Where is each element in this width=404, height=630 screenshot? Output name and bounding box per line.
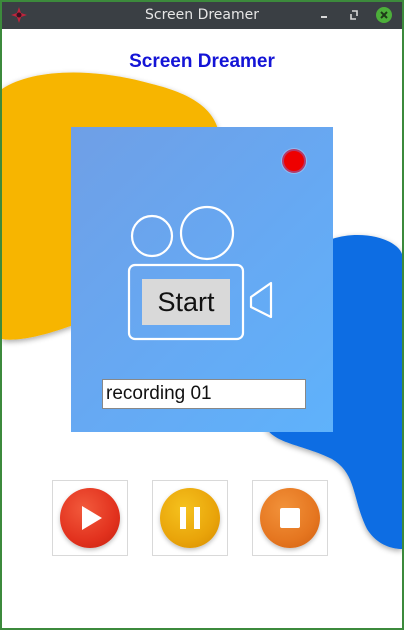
pause-control[interactable] — [152, 480, 228, 556]
play-icon — [82, 506, 102, 530]
app-window: Screen Dreamer Screen Dreamer Start reco… — [0, 0, 404, 630]
recording-name-input[interactable] — [102, 379, 306, 409]
pause-icon — [180, 507, 200, 529]
close-icon[interactable] — [376, 7, 392, 23]
main-content: Screen Dreamer Start — [2, 29, 402, 628]
minimize-icon[interactable] — [316, 7, 332, 23]
play-button[interactable] — [60, 488, 120, 548]
play-control[interactable] — [52, 480, 128, 556]
title-bar[interactable]: Screen Dreamer — [2, 2, 402, 29]
recording-dot-icon — [282, 149, 306, 173]
start-button[interactable]: Start — [142, 279, 230, 325]
stop-button[interactable] — [260, 488, 320, 548]
stop-icon — [280, 508, 300, 528]
maximize-icon[interactable] — [346, 7, 362, 23]
window-title: Screen Dreamer — [144, 7, 259, 23]
recorder-panel: Start — [71, 127, 333, 432]
page-title: Screen Dreamer — [129, 51, 275, 72]
stop-control[interactable] — [252, 480, 328, 556]
pause-button[interactable] — [160, 488, 220, 548]
